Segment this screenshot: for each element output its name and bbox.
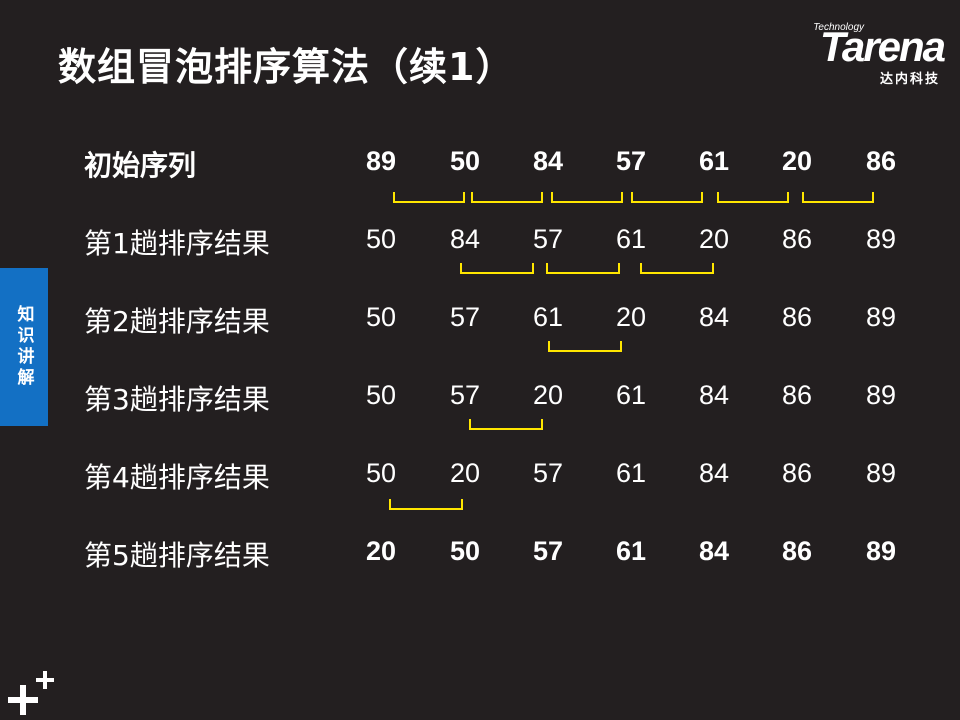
cell: 86: [781, 536, 813, 566]
side-tab: 知识讲解: [0, 268, 48, 426]
swap-bracket: [471, 192, 543, 203]
cell: 84: [698, 380, 730, 410]
cell: 61: [698, 146, 730, 176]
cell: 57: [532, 458, 564, 488]
cell: 61: [615, 536, 647, 566]
swap-bracket: [389, 499, 463, 510]
plus-plus-icon: [8, 671, 54, 715]
cell: 50: [449, 536, 481, 566]
cell: 86: [865, 146, 897, 176]
row-label-initial: 初始序列: [84, 149, 197, 182]
swap-bracket: [460, 263, 534, 274]
swap-bracket: [546, 263, 620, 274]
cell: 84: [698, 458, 730, 488]
cell: 57: [615, 146, 647, 176]
cell: 50: [365, 458, 397, 488]
swap-bracket: [469, 419, 543, 430]
row-label-pass-5: 第5趟排序结果: [84, 539, 270, 572]
row-label-pass-1: 第1趟排序结果: [84, 227, 270, 260]
slide-title: 数组冒泡排序算法（续1）: [58, 45, 515, 89]
swap-bracket: [631, 192, 703, 203]
logo-wordmark: Tarena: [819, 23, 946, 70]
cell: 89: [865, 224, 897, 254]
cell: 89: [865, 302, 897, 332]
cell: 61: [532, 302, 564, 332]
cell: 20: [615, 302, 647, 332]
cell: 84: [698, 302, 730, 332]
cell: 20: [698, 224, 730, 254]
cell: 20: [365, 536, 397, 566]
cell: 86: [781, 302, 813, 332]
swap-bracket: [393, 192, 465, 203]
cell: 57: [532, 536, 564, 566]
cell: 20: [449, 458, 481, 488]
cell: 89: [865, 380, 897, 410]
swap-bracket: [548, 341, 622, 352]
cell: 50: [365, 224, 397, 254]
cell: 84: [449, 224, 481, 254]
cell: 50: [365, 380, 397, 410]
cell: 61: [615, 380, 647, 410]
swap-bracket: [640, 263, 714, 274]
cell: 89: [865, 458, 897, 488]
cell: 89: [865, 536, 897, 566]
cell: 89: [365, 146, 397, 176]
cell: 84: [532, 146, 564, 176]
row-label-pass-2: 第2趟排序结果: [84, 305, 270, 338]
cell: 50: [449, 146, 481, 176]
cell: 57: [449, 302, 481, 332]
cell: 20: [532, 380, 564, 410]
cell: 86: [781, 458, 813, 488]
swap-bracket: [802, 192, 874, 203]
logo-chinese: 达内科技: [879, 72, 940, 87]
cell: 61: [615, 224, 647, 254]
side-tab-label: 知识讲解: [13, 305, 34, 389]
row-label-pass-4: 第4趟排序结果: [84, 461, 270, 494]
cell: 86: [781, 380, 813, 410]
cell: 61: [615, 458, 647, 488]
cell: 50: [365, 302, 397, 332]
tarena-logo: Technology Tarena 达内科技: [774, 22, 946, 87]
cell: 57: [532, 224, 564, 254]
swap-bracket: [717, 192, 789, 203]
cell: 84: [698, 536, 730, 566]
row-label-pass-3: 第3趟排序结果: [84, 383, 270, 416]
cell: 20: [781, 146, 813, 176]
cell: 57: [449, 380, 481, 410]
cell: 86: [781, 224, 813, 254]
swap-bracket: [551, 192, 623, 203]
